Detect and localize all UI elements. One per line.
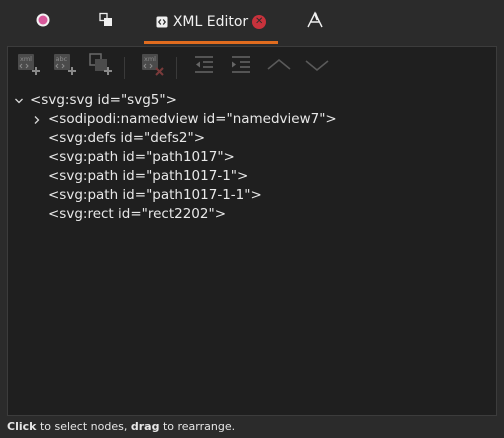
tree-node-label: <svg:path id="path1017-1-1">	[48, 187, 262, 203]
tab-fill-stroke[interactable]	[22, 0, 64, 44]
delete-node-icon: xml	[141, 53, 165, 81]
tree-node[interactable]: <svg:rect id="rect2202">	[48, 205, 226, 224]
tree-node-label: <svg:svg id="svg5">	[30, 92, 177, 108]
duplicate-node-button[interactable]	[88, 53, 114, 81]
raise-node-button[interactable]	[266, 55, 292, 79]
xml-editor-panel: xml abc xml <svg:svg id="svg5"> <sodipod…	[7, 46, 497, 416]
tree-node[interactable]: <svg:path id="path1017-1-1">	[48, 186, 262, 205]
svg-text:abc: abc	[56, 55, 68, 63]
status-bar: Click to select nodes, drag to rearrange…	[7, 420, 235, 433]
tree-node-label: <svg:path id="path1017-1">	[48, 168, 249, 184]
new-text-node-icon: abc	[53, 53, 77, 81]
new-element-node-button[interactable]: xml	[16, 53, 42, 81]
toolbar-separator	[124, 57, 125, 79]
tree-node[interactable]: <svg:path id="path1017-1">	[48, 167, 248, 186]
tree-node-label: <svg:path id="path1017">	[48, 149, 235, 165]
toolbar-separator	[176, 57, 177, 79]
tree-node[interactable]: <svg:defs id="defs2">	[48, 129, 205, 148]
new-element-node-icon: xml	[17, 53, 41, 81]
status-drag: drag	[130, 420, 160, 433]
tree-node-label: <svg:defs id="defs2">	[48, 130, 206, 146]
fill-stroke-icon	[35, 12, 51, 32]
objects-icon	[98, 12, 114, 32]
new-text-node-button[interactable]: abc	[52, 53, 78, 81]
text-font-icon	[306, 11, 324, 33]
tab-xml-editor-label: XML Editor	[172, 14, 249, 30]
lower-node-icon	[304, 53, 330, 81]
status-drag-rest: to rearrange.	[159, 420, 236, 433]
xml-toolbar: xml abc xml	[8, 47, 496, 87]
tree-node[interactable]: <svg:path id="path1017">	[48, 148, 235, 167]
tab-objects[interactable]	[88, 0, 124, 44]
chevron-right-icon[interactable]	[30, 110, 44, 129]
svg-text:xml: xml	[20, 55, 32, 63]
delete-node-button[interactable]: xml	[140, 53, 166, 81]
unindent-node-button[interactable]	[191, 55, 217, 79]
svg-text:xml: xml	[144, 55, 156, 63]
lower-node-button[interactable]	[304, 55, 330, 79]
indent-node-button[interactable]	[228, 55, 254, 79]
chevron-down-icon[interactable]	[12, 91, 26, 110]
tree-node-label: <svg:rect id="rect2202">	[48, 206, 227, 222]
status-click-rest: to select nodes,	[36, 420, 131, 433]
tab-text-font[interactable]	[298, 0, 332, 44]
tree-node-label: <sodipodi:namedview id="namedview7">	[48, 111, 337, 127]
dialog-tab-bar: XML Editor ✕	[0, 0, 504, 44]
xml-editor-icon	[156, 13, 168, 32]
tab-xml-editor[interactable]: XML Editor ✕	[144, 0, 278, 44]
raise-node-icon	[266, 53, 292, 81]
indent-node-icon	[229, 53, 253, 81]
duplicate-node-icon	[89, 53, 113, 81]
close-icon[interactable]: ✕	[252, 15, 267, 29]
unindent-node-icon	[192, 53, 216, 81]
status-click: Click	[7, 420, 37, 433]
